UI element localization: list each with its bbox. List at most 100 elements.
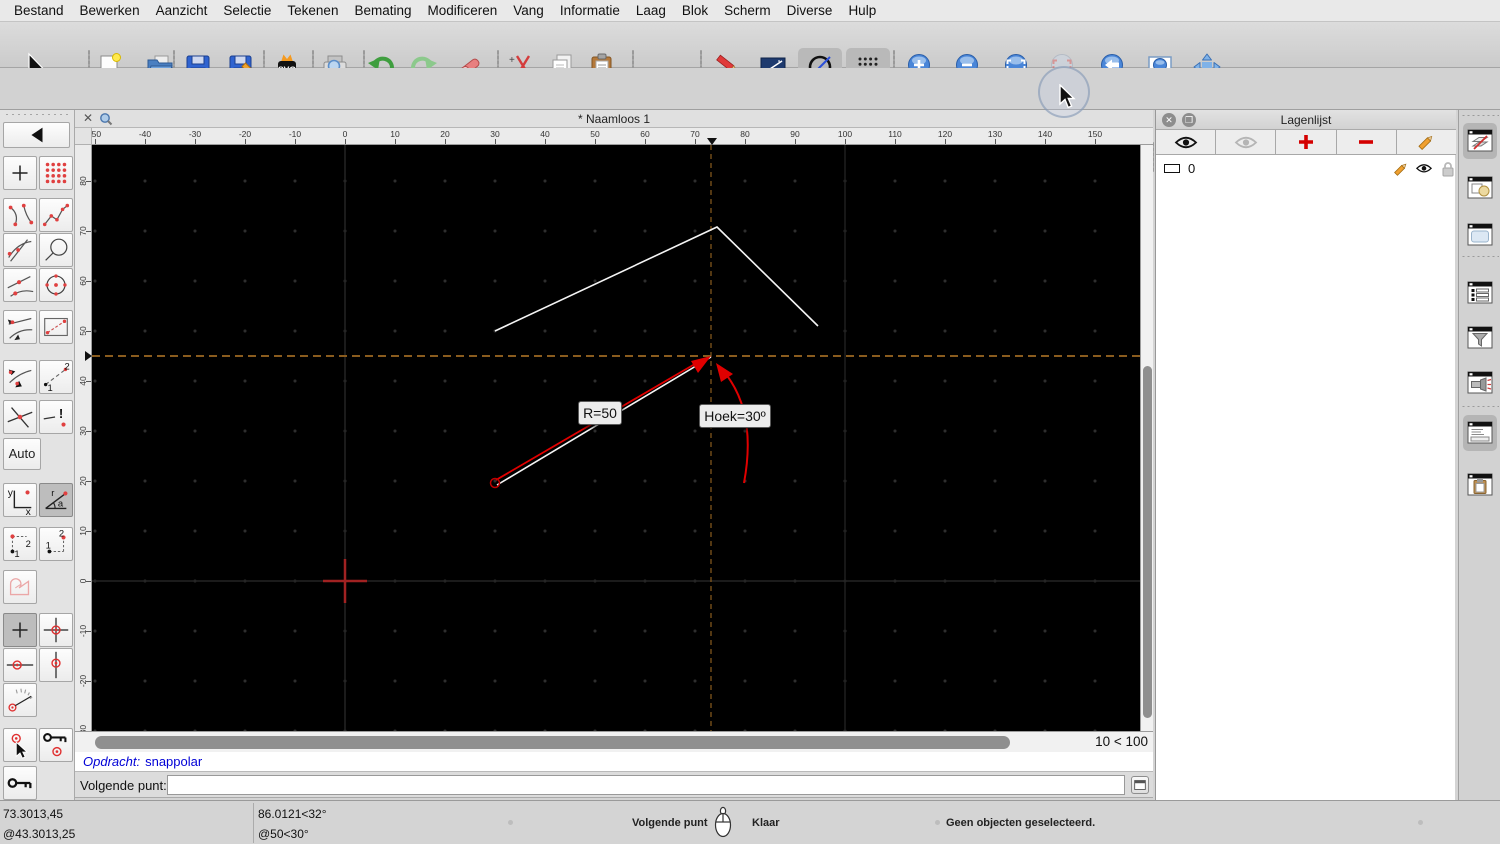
vertical-ruler-marker (85, 351, 92, 361)
hruler-tick (95, 139, 96, 144)
status-divider (253, 803, 254, 843)
hruler-label: 40 (540, 129, 550, 139)
strip-separator (1461, 255, 1499, 258)
edit-layer-button[interactable] (1397, 130, 1456, 154)
layer-lock-icon[interactable] (1440, 161, 1456, 177)
horizontal-scrollbar[interactable]: 10 < 100 (75, 731, 1153, 752)
layer-select-box[interactable] (1164, 164, 1180, 173)
shape-recognition-button[interactable] (3, 570, 37, 604)
snap-center-button[interactable] (39, 268, 73, 302)
cursor-vertical-button[interactable] (39, 648, 73, 682)
lock-pick-button[interactable] (3, 728, 37, 762)
angle-tooltip: Hoek=30º (699, 404, 771, 428)
menu-aanzicht[interactable]: Aanzicht (156, 3, 208, 18)
hruler-label: 120 (937, 129, 953, 139)
hide-all-layers-button[interactable] (1216, 130, 1277, 154)
snap-point-button[interactable] (3, 156, 37, 190)
add-layer-button[interactable] (1276, 130, 1337, 154)
snap-polyline-button[interactable] (39, 198, 73, 232)
vruler-tick (86, 181, 91, 182)
hruler-tick (595, 139, 596, 144)
panel-list-icon[interactable] (1463, 275, 1497, 311)
hruler-tick (945, 139, 946, 144)
menu-bemating[interactable]: Bemating (354, 3, 411, 18)
lock-key-button[interactable] (39, 728, 73, 762)
panel-tools-icon[interactable] (1463, 365, 1497, 401)
layer-row[interactable]: 0 (1156, 158, 1456, 180)
vruler-tick (86, 381, 91, 382)
panel-objects-icon[interactable] (1463, 170, 1497, 206)
canvas-geometry (92, 145, 1140, 731)
coord-cartesian-button[interactable]: yx (3, 483, 37, 518)
status-dot (1418, 820, 1423, 825)
menu-blok[interactable]: Blok (682, 3, 708, 18)
menu-vang[interactable]: Vang (513, 3, 544, 18)
snap-back-button[interactable] (3, 122, 70, 148)
coord-relative1-button[interactable]: 12 (3, 527, 37, 561)
angle-arc (724, 372, 749, 484)
menu-laag[interactable]: Laag (636, 3, 666, 18)
snap-perpendicular-button[interactable] (3, 310, 37, 344)
cursor-horizontal-button[interactable] (3, 648, 37, 682)
panel-filter-icon[interactable] (1463, 320, 1497, 356)
vertical-scrollbar[interactable] (1140, 145, 1153, 731)
snap-circle-button[interactable] (39, 233, 73, 267)
mouse-cursor (1056, 83, 1076, 110)
cursor-plus-button[interactable] (3, 613, 37, 647)
start-point-marker (489, 477, 501, 489)
menu-bewerken[interactable]: Bewerken (80, 3, 140, 18)
menu-informatie[interactable]: Informatie (560, 3, 620, 18)
svg-text:x: x (26, 507, 32, 516)
snap-nearest-button[interactable] (3, 360, 37, 394)
lock-tool-button[interactable] (3, 766, 37, 800)
menu-modificeren[interactable]: Modificeren (428, 3, 498, 18)
hruler-label: 30 (490, 129, 500, 139)
snap-curve-ends-button[interactable] (3, 198, 37, 232)
command-echo-bar: Opdracht: snappolar (75, 752, 1153, 772)
svg-text:+: + (509, 55, 515, 66)
menu-selectie[interactable]: Selectie (223, 3, 271, 18)
panel-command-icon[interactable] (1463, 415, 1497, 451)
snap-divide-button[interactable]: 12 (39, 360, 73, 394)
drawing-canvas[interactable]: R=50 Hoek=30º (92, 145, 1140, 731)
remove-layer-button[interactable] (1337, 130, 1397, 154)
hruler-label: 0 (342, 129, 348, 139)
snap-single-button[interactable]: ! (39, 400, 73, 434)
mouse-left-hint: Volgende punt (632, 817, 708, 829)
layers-panel-header: ✕ ❒ Lagenlijst (1156, 110, 1456, 130)
snap-tangent-button[interactable] (3, 268, 37, 302)
menu-bar: Bestand Bewerken Aanzicht Selectie Tekenen Be… (0, 0, 1500, 22)
menu-bestand[interactable]: Bestand (14, 3, 64, 18)
panel-layers-icon[interactable] (1463, 123, 1497, 159)
layer-edit-icon[interactable] (1393, 161, 1409, 177)
svg-text:!: ! (59, 406, 63, 421)
coord-relative2-button[interactable]: 12 (39, 527, 73, 561)
menu-tekenen[interactable]: Tekenen (287, 3, 338, 18)
strip-handle[interactable] (1461, 114, 1499, 117)
panel-properties-icon[interactable] (1463, 217, 1497, 253)
cursor-crosshair-button[interactable] (39, 613, 73, 647)
show-all-layers-button[interactable] (1156, 130, 1217, 154)
menu-hulp[interactable]: Hulp (848, 3, 876, 18)
horizontal-scrollbar-thumb[interactable] (95, 736, 1010, 749)
next-point-input[interactable] (167, 775, 1125, 795)
snap-cross-button[interactable] (3, 400, 37, 434)
snap-grid-button[interactable] (39, 156, 73, 190)
snap-region-button[interactable] (39, 310, 73, 344)
snap-intersection-button[interactable] (3, 233, 37, 267)
hruler-tick (295, 139, 296, 144)
panel-clipboard-icon[interactable] (1463, 467, 1497, 503)
menu-diverse[interactable]: Diverse (787, 3, 833, 18)
layer-visibility-icon[interactable] (1415, 161, 1433, 177)
hruler-tick (1095, 139, 1096, 144)
command-name: snappolar (145, 754, 203, 769)
keypad-button[interactable] (1131, 776, 1149, 794)
cursor-protractor-button[interactable] (3, 683, 37, 717)
tool-options-toolbar: Auto Lengte: Hoek: r: <: Relatief (0, 68, 1500, 174)
sidebar-handle[interactable] (4, 113, 70, 116)
coord-polar-button[interactable]: ra (39, 483, 73, 517)
vertical-scrollbar-thumb[interactable] (1143, 366, 1152, 718)
menu-scherm[interactable]: Scherm (724, 3, 771, 18)
hruler-tick (1045, 139, 1046, 144)
snap-auto-button[interactable]: Auto (3, 438, 41, 470)
